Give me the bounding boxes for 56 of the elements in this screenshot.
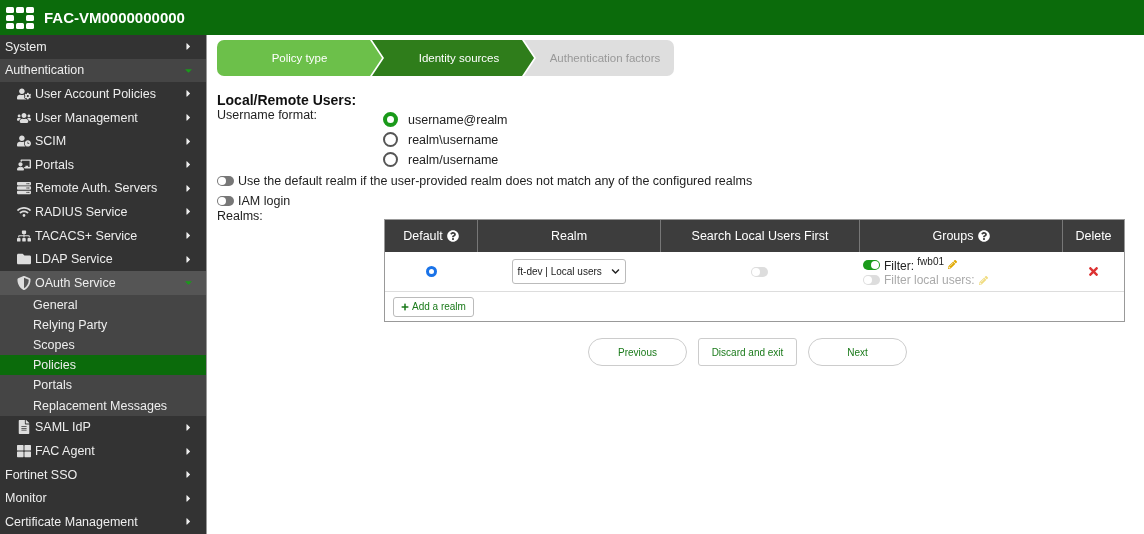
radio-label: username@realm (408, 112, 508, 127)
plus-icon (401, 302, 409, 311)
nav-button[interactable]: Discard and exit (698, 338, 797, 366)
column-title: Search Local Users First (691, 229, 829, 243)
chevron-down-icon (610, 267, 620, 276)
sidebar-item[interactable]: Scopes (0, 334, 206, 356)
help-icon[interactable] (446, 230, 459, 242)
filter-label: Filter local users: (884, 273, 975, 287)
field-label: Realms: (217, 209, 264, 225)
nav-button[interactable]: Previous (588, 338, 687, 366)
sidebar-item[interactable]: General (0, 294, 206, 315)
toggle-switch[interactable] (751, 266, 768, 277)
sitemap-icon (17, 228, 31, 243)
column-title: Delete (1075, 229, 1112, 243)
wifi-icon (17, 204, 31, 219)
realm-select[interactable]: ft-dev | Local users (511, 259, 626, 284)
radio-label: realm\username (408, 132, 499, 147)
radio-button[interactable] (425, 266, 437, 277)
nav-button[interactable]: Next (808, 338, 907, 366)
sidebar-item[interactable]: Replacement Messages (0, 395, 206, 416)
toggle-label: Use the default realm if the user-provided realm does not match any of the configured realms (238, 174, 753, 188)
column-title: Groups (932, 229, 974, 243)
toggle-switch[interactable] (863, 259, 880, 270)
radio-button[interactable] (383, 152, 398, 167)
section-title: Local/Remote Users: (217, 92, 358, 108)
logo-icon (6, 6, 34, 29)
filter-label: Filter: $^{fwb01}$ (884, 256, 945, 273)
column-title: Default (403, 229, 443, 243)
radio-button[interactable] (383, 132, 398, 147)
user-clock-icon (17, 134, 31, 149)
toggle-switch[interactable] (217, 176, 234, 186)
toggle-switch[interactable] (217, 196, 234, 206)
server-icon (17, 181, 31, 196)
document-icon (17, 420, 31, 435)
toggle-switch[interactable] (863, 275, 880, 285)
toggle-label: IAM login (238, 194, 291, 208)
close-icon[interactable] (1086, 265, 1100, 278)
presentation-icon (17, 157, 31, 172)
sidebar-item[interactable]: OAuth Service (0, 270, 206, 295)
users-icon (17, 110, 31, 125)
sidebar-item[interactable]: Policies (0, 355, 206, 376)
radio-button[interactable] (383, 112, 398, 127)
grid-icon (17, 444, 31, 459)
radio-label: realm/username (408, 152, 499, 167)
field-label: Username format: (217, 108, 319, 124)
sidebar-item[interactable]: Portals (0, 375, 206, 396)
wizard-step[interactable]: Identity sources (372, 40, 534, 76)
sidebar-item[interactable]: Relying Party (0, 314, 206, 335)
help-icon[interactable] (977, 230, 990, 242)
device-title: FAC-VM0000000000 (44, 9, 185, 26)
folder-icon (17, 252, 31, 267)
column-title: Realm (550, 229, 588, 243)
shield-icon (17, 275, 31, 290)
user-gear-icon (17, 87, 31, 101)
add-realm-button[interactable]: Add a realm (393, 296, 474, 317)
sidebar-item[interactable]: Authentication (0, 58, 206, 83)
